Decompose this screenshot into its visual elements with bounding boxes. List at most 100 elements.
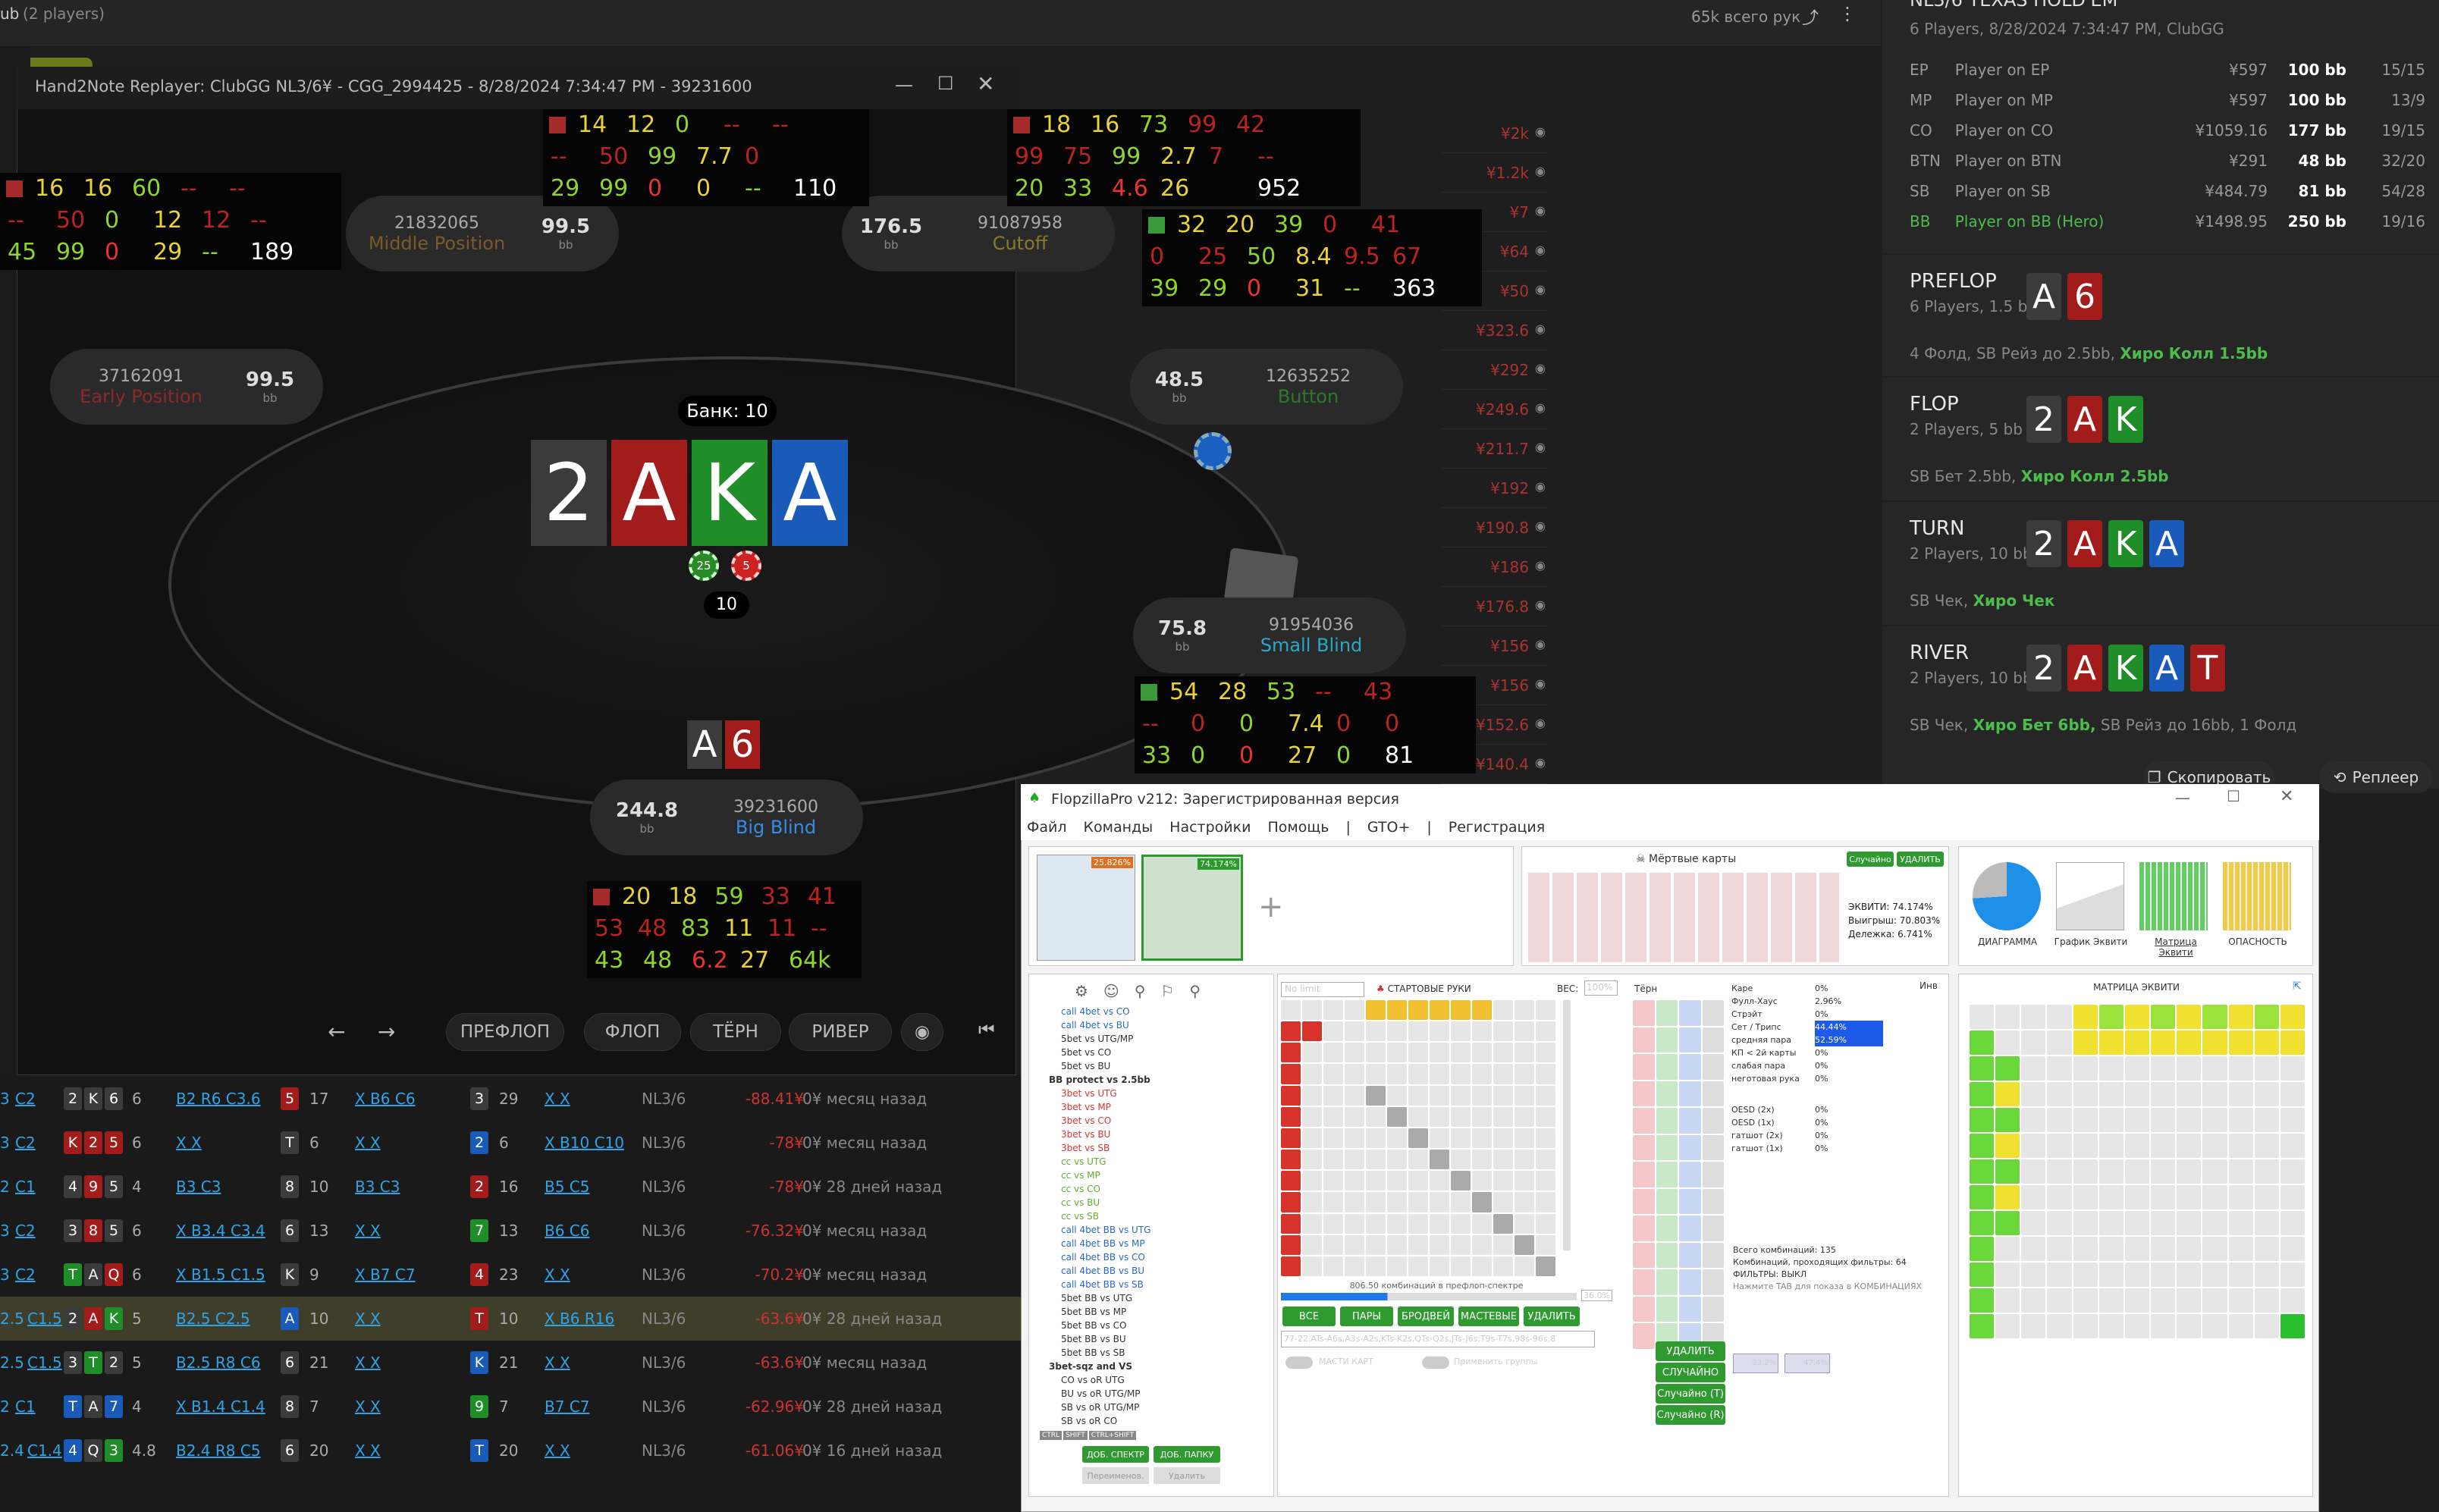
weight-slider[interactable] [1563, 1000, 1571, 1250]
eye-icon[interactable]: ◉ [1535, 676, 1546, 691]
hand-cell[interactable] [1493, 1021, 1513, 1042]
hud-button[interactable]: 32 20 39 0 41 0 25 50 8.4 9.5 67 39 29 0 31 -- 363 [1142, 209, 1482, 306]
hand-cell[interactable] [1430, 1064, 1449, 1084]
clear-range-button[interactable]: УДАЛИТЬ [1524, 1307, 1580, 1326]
hand-cell[interactable] [1408, 1043, 1428, 1063]
equity-cell[interactable] [2151, 1005, 2176, 1029]
hand-cell[interactable] [1408, 1000, 1428, 1021]
equity-cell[interactable] [2202, 1314, 2227, 1338]
turn-card-cell[interactable] [1633, 1027, 1655, 1053]
hand-cell[interactable] [1472, 1150, 1492, 1170]
equity-cell[interactable] [2280, 1082, 2305, 1106]
hand-cell[interactable] [1281, 1213, 1301, 1234]
suited-button[interactable]: МАСТЕВЫЕ [1458, 1307, 1519, 1326]
stat-row[interactable]: OESD (2x) 0% [1731, 1103, 1944, 1116]
equity-cell[interactable] [2202, 1288, 2227, 1313]
equity-cell[interactable] [2124, 1159, 2150, 1184]
fz-close-icon[interactable]: ✕ [2280, 787, 2293, 806]
equity-cell[interactable] [1995, 1185, 2020, 1209]
hand-cell[interactable] [1430, 1106, 1449, 1127]
hud-big-blind[interactable]: 20 18 59 33 41 53 48 83 11 11 -- 43 48 6.2 27 64k [587, 881, 862, 978]
equity-cell[interactable] [2254, 1288, 2279, 1313]
equity-cell[interactable] [2177, 1056, 2202, 1081]
fz-minimize-icon[interactable]: — [2175, 789, 2190, 807]
equity-cell[interactable] [2228, 1237, 2253, 1261]
equity-cell[interactable] [2280, 1030, 2305, 1055]
hand-cell[interactable] [1366, 1000, 1386, 1021]
hand-cell[interactable] [1536, 1085, 1555, 1106]
hand-cell[interactable] [1366, 1021, 1386, 1042]
hand-cell[interactable] [1302, 1043, 1322, 1063]
turn-card-cell[interactable] [1702, 1216, 1724, 1241]
equity-cell[interactable] [2073, 1211, 2098, 1235]
hand-cell[interactable] [1281, 1106, 1301, 1127]
hud-middle-position[interactable]: 14 12 0 -- -- -- 50 99 7.7 0 29 99 0 0 -- 110 [543, 109, 869, 206]
player-row[interactable]: BB Player on BB (Hero) ¥1498.95 250 bb 19/16 [1910, 206, 2425, 237]
street-river-button[interactable]: РИВЕР [789, 1013, 892, 1051]
equity-cell[interactable] [2098, 1263, 2124, 1287]
street-preflop[interactable]: PREFLOP 6 Players, 1.5 bb A 6 4 Фолд, SB Рей… [1882, 253, 2439, 378]
tree-item[interactable]: call 4bet BB vs BU [1035, 1264, 1266, 1278]
hand-cell[interactable] [1281, 1128, 1301, 1149]
hand-cell[interactable] [1345, 1106, 1364, 1127]
limit-select[interactable]: No limit [1281, 982, 1364, 997]
hand-cell[interactable] [1451, 1021, 1471, 1042]
seat-big-blind-hero[interactable]: 244.8 bb 39231600 Big Blind [590, 780, 863, 855]
equity-cell[interactable] [2021, 1056, 2046, 1081]
seat-button[interactable]: 48.5 bb 12635252 Button [1130, 349, 1403, 425]
equity-cell[interactable] [2202, 1108, 2227, 1132]
equity-cell[interactable] [1995, 1056, 2020, 1081]
equity-cell[interactable] [2047, 1159, 2072, 1184]
equity-cell[interactable] [2280, 1056, 2305, 1081]
turn-card-cell[interactable] [1656, 1162, 1678, 1187]
weight-input[interactable]: 100% [1584, 980, 1618, 996]
hand-cell[interactable] [1430, 1021, 1449, 1042]
range-slot-1[interactable]: 25.826% [1037, 855, 1135, 961]
hand-cell[interactable] [1281, 1234, 1301, 1255]
hand-cell[interactable] [1451, 1171, 1471, 1191]
fz-maximize-icon[interactable]: ☐ [2227, 787, 2240, 805]
hand-cell[interactable] [1451, 1064, 1471, 1084]
equity-cell[interactable] [2073, 1056, 2098, 1081]
equity-cell[interactable] [1970, 1056, 1995, 1081]
hand-cell[interactable] [1515, 1213, 1534, 1234]
equity-cell[interactable] [2124, 1263, 2150, 1287]
equity-cell[interactable] [2021, 1237, 2046, 1261]
hand-cell[interactable] [1345, 1171, 1364, 1191]
eye-icon[interactable]: ◉ [1535, 124, 1546, 139]
eye-icon[interactable]: ◉ [1535, 282, 1546, 296]
hand-cell[interactable] [1515, 1171, 1534, 1191]
eye-icon[interactable]: ◉ [1535, 598, 1546, 612]
hand-cell[interactable] [1302, 1256, 1322, 1276]
equity-cell[interactable] [2177, 1211, 2202, 1235]
equity-cell[interactable] [2047, 1030, 2072, 1055]
equity-cell[interactable] [2254, 1134, 2279, 1158]
tab-equity-matrix[interactable]: Матрица Эквити [2136, 936, 2215, 958]
table-row[interactable]: 2 C1 T A 7 4 X B1.4 C1.4 8 7 X X 9 7 B7 C7 NL3/6 -62.9… [0, 1385, 1021, 1429]
equity-cell[interactable] [2202, 1237, 2227, 1261]
tree-item[interactable]: BB protect vs 2.5bb [1035, 1073, 1266, 1087]
equity-cell[interactable] [2098, 1237, 2124, 1261]
equity-cell[interactable] [2021, 1314, 2046, 1338]
menu-item[interactable]: Файл [1021, 819, 1067, 840]
turn-card-cell[interactable] [1633, 1242, 1655, 1269]
turn-card-cell[interactable] [1679, 1000, 1701, 1026]
equity-cell[interactable] [2151, 1030, 2176, 1055]
hand-cell[interactable] [1408, 1234, 1428, 1255]
equity-cell[interactable] [2124, 1211, 2150, 1235]
eye-icon[interactable]: ◉ [1535, 164, 1546, 178]
hand-cell[interactable] [1493, 1192, 1513, 1212]
hand-cell[interactable] [1366, 1128, 1386, 1149]
hand-cell[interactable] [1408, 1106, 1428, 1127]
hand-cell[interactable] [1345, 1128, 1364, 1149]
turn-card-cell[interactable] [1656, 1054, 1678, 1080]
hand-cell[interactable] [1387, 1213, 1407, 1234]
tree-item[interactable]: cc vs CO [1035, 1182, 1266, 1196]
equity-cell[interactable] [2177, 1263, 2202, 1287]
hand-cell[interactable] [1408, 1021, 1428, 1042]
turn-card-cell[interactable] [1702, 1162, 1724, 1187]
next-arrow-icon[interactable]: → [378, 1019, 395, 1044]
hand-cell[interactable] [1536, 1064, 1555, 1084]
turn-card-grid[interactable] [1633, 1000, 1724, 1349]
equity-cell[interactable] [2254, 1159, 2279, 1184]
